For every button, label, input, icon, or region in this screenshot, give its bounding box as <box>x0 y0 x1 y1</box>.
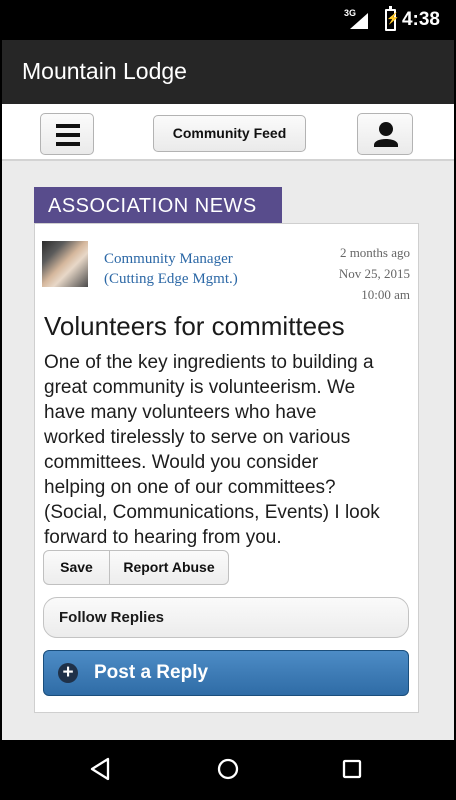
user-icon <box>374 122 398 147</box>
post-card: Community Manager (Cutting Edge Mgmt.) 2… <box>34 223 419 713</box>
post-date: Nov 25, 2015 <box>338 266 410 281</box>
body-line: great community is volunteerism. We <box>44 377 356 398</box>
phone-screen: 3G ⚡ 4:38 Mountain Lodge Community Feed <box>2 0 454 800</box>
post-meta: 2 months ago Nov 25, 2015 10:00 am <box>339 242 410 305</box>
body-line: have many volunteers who have <box>44 402 317 423</box>
community-feed-button[interactable]: Community Feed <box>153 115 306 152</box>
app-bar: Mountain Lodge <box>2 40 454 104</box>
author-name: Community Manager <box>104 251 233 267</box>
profile-button[interactable] <box>357 113 413 155</box>
post-time: 10:00 am <box>361 287 410 302</box>
main-content: Community Feed ASSOCIATION NEWS Communit… <box>2 104 454 740</box>
cellular-signal-icon: 3G <box>344 8 368 29</box>
body-line: committees. Would you consider <box>44 452 319 473</box>
post-body: One of the key ingredients to building a… <box>44 350 410 550</box>
author-company: (Cutting Edge Mgmt.) <box>104 271 238 287</box>
back-triangle-icon[interactable] <box>88 756 114 782</box>
body-line: One of the key ingredients to building a <box>44 352 374 373</box>
post-reply-button[interactable]: + Post a Reply <box>43 650 409 696</box>
feed-toolbar: Community Feed <box>2 104 454 161</box>
save-button[interactable]: Save <box>43 550 110 585</box>
status-bar: 3G ⚡ 4:38 <box>2 0 454 40</box>
body-line: helping on one of our committees? <box>44 477 336 498</box>
post-title: Volunteers for committees <box>44 311 345 341</box>
status-time: 4:38 <box>401 9 440 30</box>
body-line: worked tirelessly to serve on various <box>44 427 351 448</box>
app-title: Mountain Lodge <box>22 58 187 84</box>
author-link[interactable]: Community Manager (Cutting Edge Mgmt.) <box>104 249 238 289</box>
follow-replies-button[interactable]: Follow Replies <box>43 597 409 638</box>
system-navigation-bar <box>2 740 454 800</box>
body-line: (Social, Communications, Events) I look <box>44 502 380 523</box>
report-abuse-button[interactable]: Report Abuse <box>109 550 229 585</box>
category-tab: ASSOCIATION NEWS <box>34 187 282 225</box>
menu-button[interactable] <box>40 113 94 155</box>
plus-circle-icon: + <box>58 663 78 683</box>
recents-square-icon[interactable] <box>339 756 365 782</box>
battery-charging-icon: ⚡ <box>385 6 400 31</box>
network-type: 3G <box>344 8 357 18</box>
relative-time: 2 months ago <box>339 245 410 260</box>
author-avatar <box>42 241 88 287</box>
home-circle-icon[interactable] <box>215 756 241 782</box>
body-line: forward to hearing from you. <box>44 527 282 548</box>
post-reply-label: Post a Reply <box>94 662 209 683</box>
